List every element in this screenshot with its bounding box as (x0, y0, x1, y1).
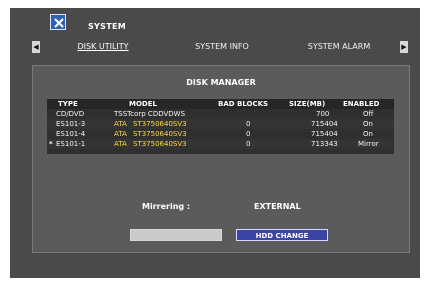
column-enabled: ENABLED (343, 100, 380, 108)
row-type: ES101-1 (56, 140, 86, 148)
selected-row-mark: * (49, 140, 53, 148)
system-header: SYSTEM (10, 8, 420, 38)
mirroring-value: EXTERNAL (254, 202, 301, 211)
row-enabled: Off (363, 110, 374, 118)
row-vendor: ATA (114, 120, 127, 128)
left-arrow-icon[interactable]: ◀ (32, 41, 40, 53)
page-title: SYSTEM (88, 22, 126, 31)
row-size: 700 (316, 110, 330, 118)
dvr-system-screen: SYSTEM ◀ DISK UTILITY SYSTEM INFO SYSTEM… (10, 8, 420, 278)
tab-system-info[interactable]: SYSTEM INFO (180, 41, 264, 53)
column-type: TYPE (58, 100, 78, 108)
row-size: 715404 (311, 120, 338, 128)
row-enabled: Mirror (358, 140, 379, 148)
disk-table: TYPE MODEL BAD BLOCKS SIZE(MB) ENABLED C… (47, 99, 394, 154)
system-tabs: ◀ DISK UTILITY SYSTEM INFO SYSTEM ALARM … (32, 41, 408, 53)
row-bad-blocks: 0 (246, 140, 251, 148)
row-type: CD/DVD (56, 110, 85, 118)
row-model: ST3750640SV3 (133, 120, 187, 128)
table-row[interactable]: CD/DVD TSSTcorp CDDVDWS 700 Off (47, 109, 394, 119)
row-bad-blocks: 0 (246, 130, 251, 138)
tools-icon (50, 14, 66, 30)
mirroring-label: Mirrering : (142, 202, 191, 211)
column-size: SIZE(MB) (289, 100, 326, 108)
row-model: TSSTcorp CDDVDWS (114, 110, 186, 118)
disk-manager-panel: DISK MANAGER TYPE MODEL BAD BLOCKS SIZE(… (32, 65, 410, 253)
table-row[interactable]: ES101-3 ATA ST3750640SV3 0 715404 On (47, 119, 394, 129)
table-row-selected[interactable]: * ES101-1 ATA ST3750640SV3 0 713343 Mirr… (47, 139, 394, 149)
row-vendor: ATA (114, 130, 127, 138)
row-enabled: On (363, 120, 373, 128)
column-model: MODEL (129, 100, 157, 108)
tab-disk-utility[interactable]: DISK UTILITY (54, 41, 152, 53)
row-size: 713343 (311, 140, 338, 148)
hdd-change-button[interactable]: HDD CHANGE (236, 229, 328, 241)
row-bad-blocks: 0 (246, 120, 251, 128)
row-vendor: ATA (114, 140, 127, 148)
right-arrow-icon[interactable]: ▶ (400, 41, 408, 53)
row-size: 715404 (311, 130, 338, 138)
row-enabled: On (363, 130, 373, 138)
row-type: ES101-3 (56, 120, 86, 128)
table-header-row: TYPE MODEL BAD BLOCKS SIZE(MB) ENABLED (47, 99, 394, 109)
column-bad-blocks: BAD BLOCKS (218, 100, 269, 108)
tab-system-alarm[interactable]: SYSTEM ALARM (291, 41, 387, 53)
row-model: ST3750640SV3 (133, 140, 187, 148)
table-row[interactable]: ES101-4 ATA ST3750640SV3 0 715404 On (47, 129, 394, 139)
disabled-action-button (130, 229, 222, 241)
row-type: ES101-4 (56, 130, 86, 138)
row-model: ST3750640SV3 (133, 130, 187, 138)
footer-bar (10, 256, 420, 268)
panel-title: DISK MANAGER (186, 78, 256, 87)
